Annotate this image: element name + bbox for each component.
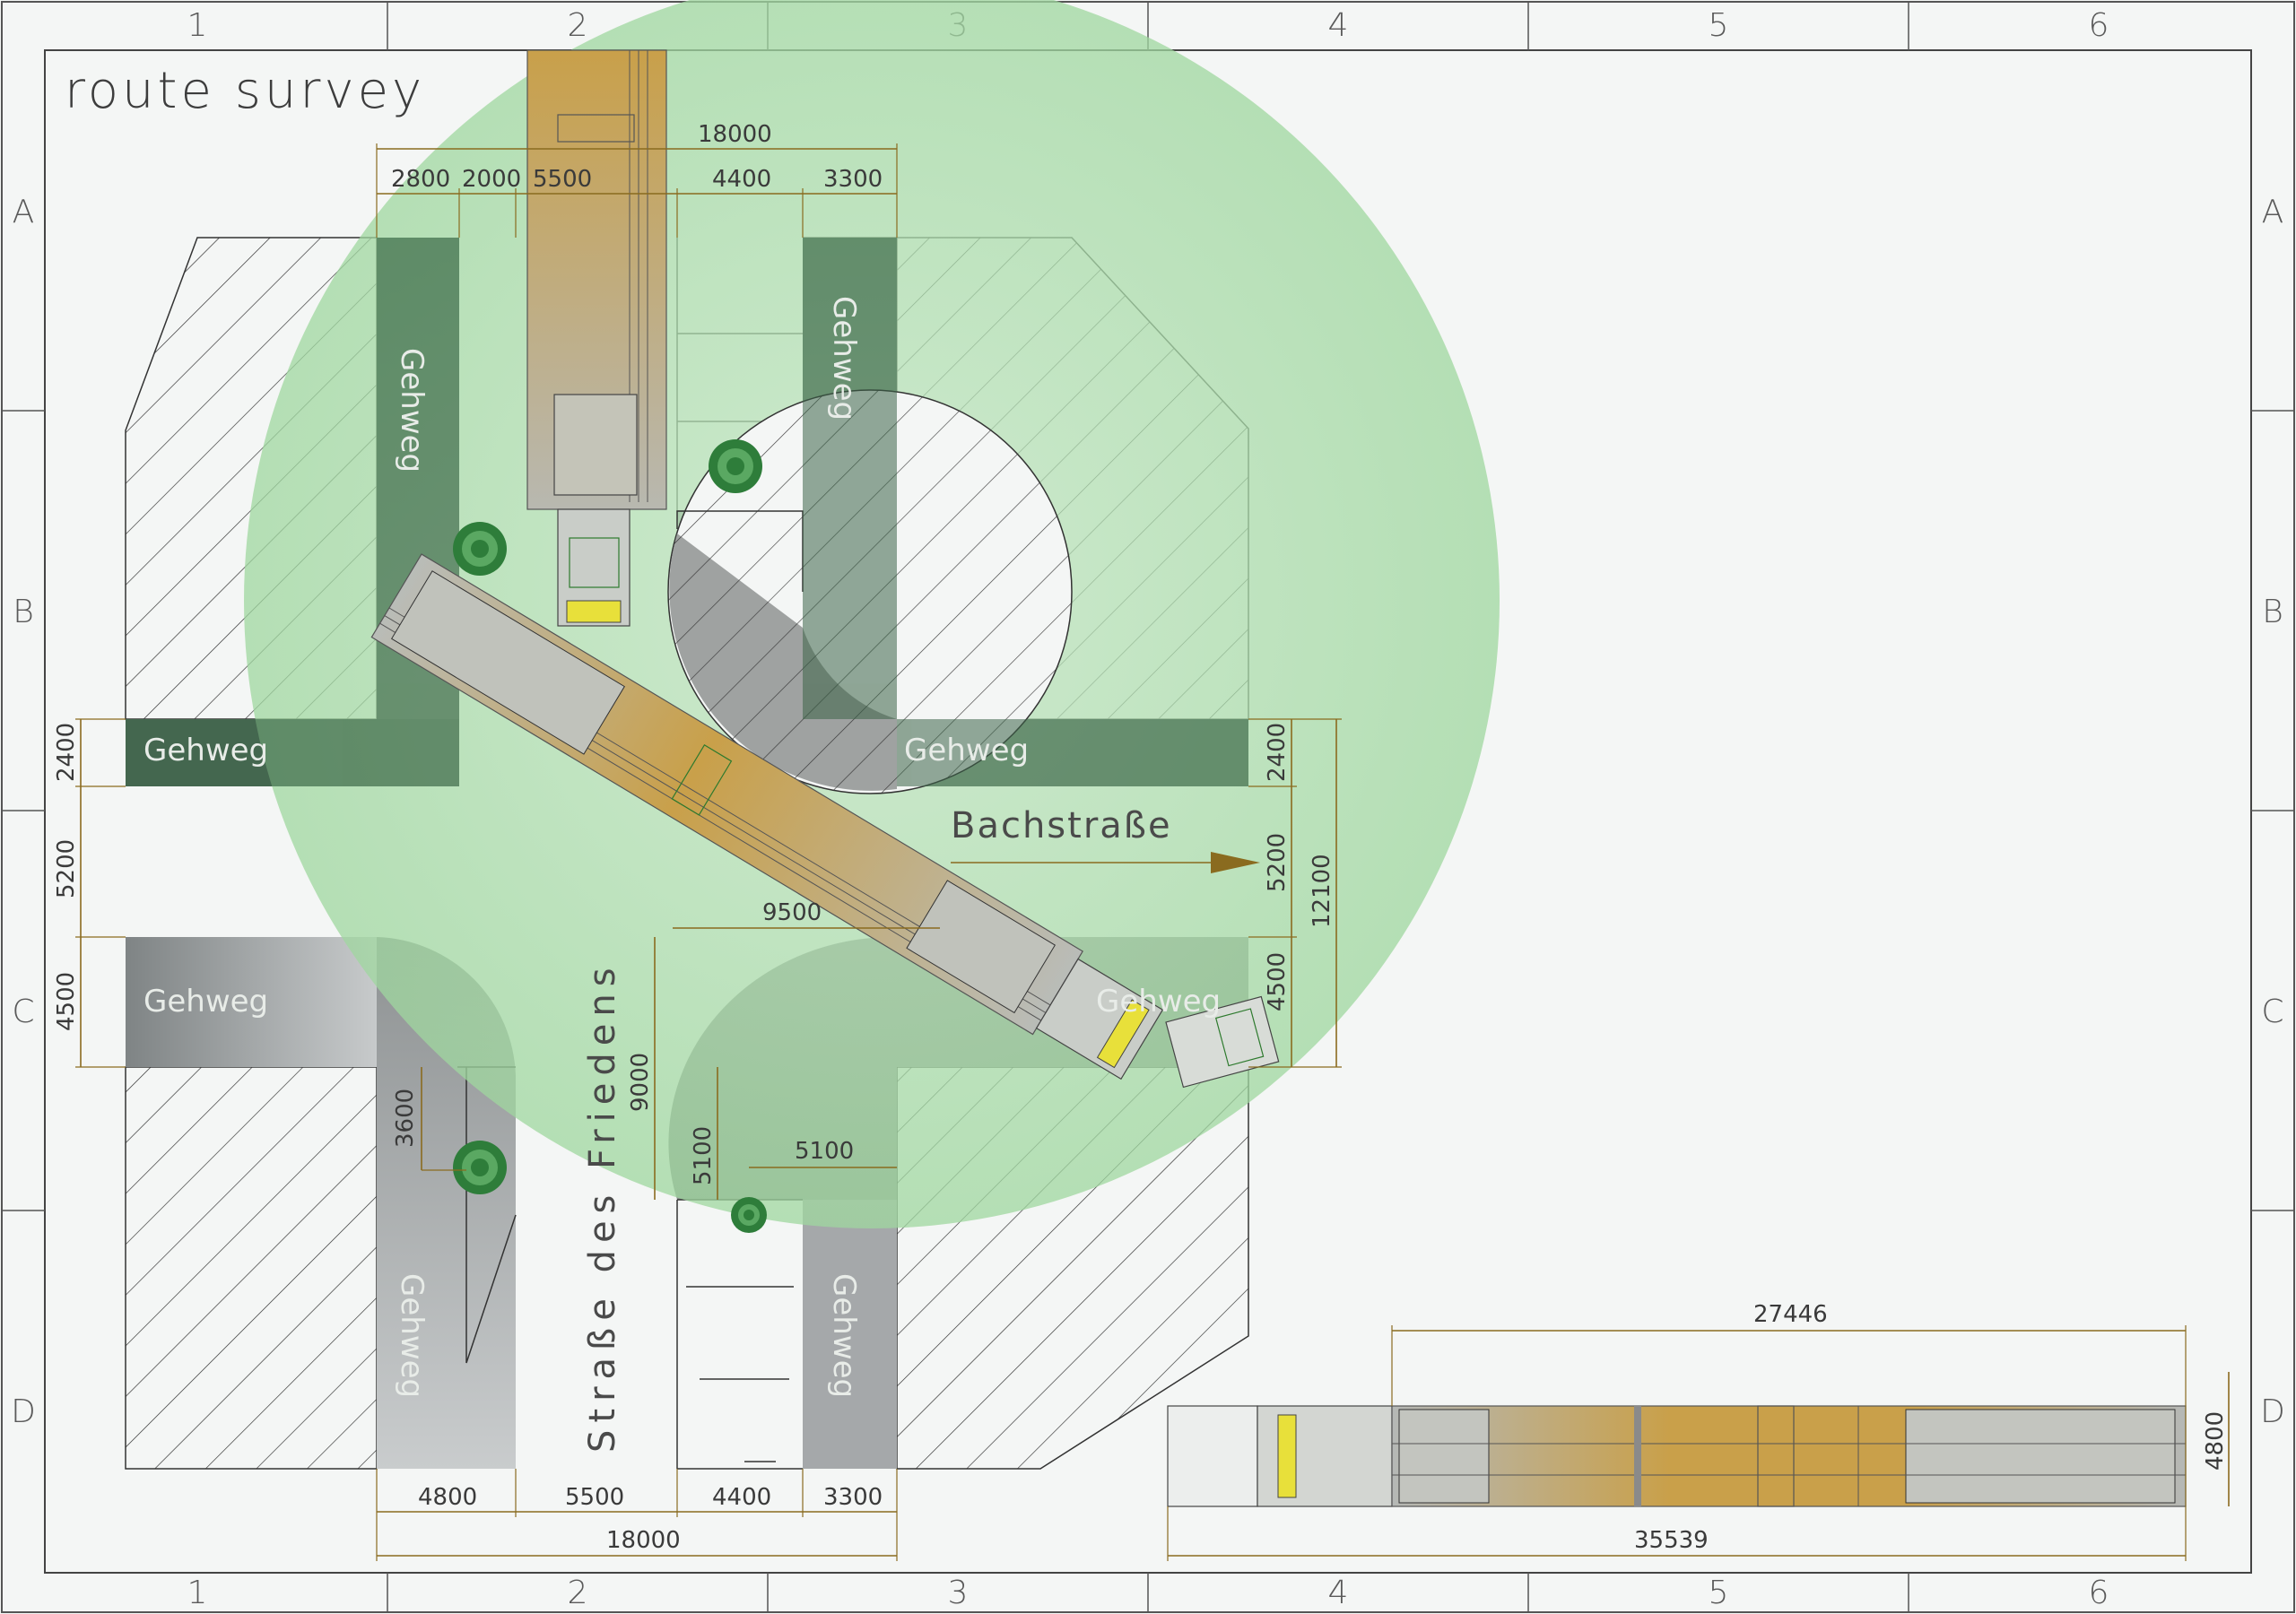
grid-column-label: 5 (1709, 7, 1729, 44)
walkway-label: Gehweg (394, 1273, 430, 1398)
dim-top-1: 2800 (391, 166, 450, 193)
walkway-label: Gehweg (904, 733, 1029, 768)
page-title: route survey (65, 62, 425, 120)
dim-tree-offset-v2: 5100 (690, 1126, 717, 1185)
grid-column-label: 3 (948, 1575, 969, 1611)
grid-column-label: 1 (187, 7, 208, 44)
route-survey-drawing: 112233445566AABBCCDD route survey (1, 0, 2295, 1613)
dim-bottom-4: 3300 (823, 1484, 883, 1511)
dim-bottom-1: 4800 (418, 1484, 477, 1511)
walkway-label: Gehweg (144, 984, 268, 1020)
dim-left-1: 2400 (53, 723, 80, 782)
grid-row-label: A (13, 194, 35, 230)
dim-tree-offset-h: 5100 (795, 1138, 854, 1165)
grid-row-label: D (11, 1393, 36, 1430)
dim-left-3: 4500 (53, 972, 80, 1031)
grid-row-label: C (12, 994, 34, 1030)
dim-right-total: 12100 (1309, 854, 1335, 928)
grid-column-label: 6 (2089, 7, 2109, 44)
grid-row-label: B (13, 594, 34, 630)
grid-column-label: 6 (2089, 1575, 2109, 1611)
dim-right-2: 5200 (1264, 833, 1291, 892)
tree-icon (731, 1197, 767, 1233)
grid-column-label: 2 (568, 1575, 588, 1611)
street-label-bachstrasse: Bachstraße (951, 805, 1172, 846)
walkway-label: Gehweg (1096, 984, 1221, 1020)
street-label-strasse-des-friedens: Straße des Friedens (582, 960, 623, 1453)
dim-vehicle-width: 4800 (2202, 1411, 2229, 1471)
tree-icon (453, 522, 507, 576)
building-sw (125, 1066, 378, 1470)
dim-vehicle-total-length: 35539 (1634, 1527, 1709, 1554)
dim-bottom-3: 4400 (712, 1484, 771, 1511)
grid-row-label: C (2261, 994, 2283, 1030)
dim-inner-height: 9000 (627, 1053, 654, 1112)
grid-column-label: 4 (1328, 7, 1349, 44)
walkway-label: Gehweg (826, 296, 862, 421)
dim-right-1: 2400 (1264, 723, 1291, 782)
dim-bottom-2: 5500 (565, 1484, 624, 1511)
dim-top-total: 18000 (698, 121, 772, 148)
grid-row-label: B (2262, 594, 2283, 630)
dim-bottom-total: 18000 (606, 1527, 681, 1554)
dim-vehicle-trailer-length: 27446 (1753, 1301, 1828, 1328)
walkway-label: Gehweg (144, 733, 268, 768)
dim-top-5: 3300 (823, 166, 883, 193)
dim-tree-offset-v: 3600 (392, 1089, 419, 1148)
grid-column-label: 4 (1328, 1575, 1349, 1611)
tree-icon (709, 439, 762, 493)
dim-inner-width: 9500 (762, 899, 822, 926)
dim-top-4: 4400 (712, 166, 771, 193)
grid-column-label: 5 (1709, 1575, 1729, 1611)
tree-icon (453, 1141, 507, 1194)
walkway-label: Gehweg (394, 348, 430, 473)
walkway-label: Gehweg (826, 1273, 862, 1398)
reference-vehicle (1167, 1405, 2187, 1507)
grid-row-label: A (2262, 194, 2284, 230)
dim-top-2: 2000 (462, 166, 521, 193)
dim-right-3: 4500 (1264, 952, 1291, 1011)
dim-top-3: 5500 (533, 166, 592, 193)
grid-row-label: D (2260, 1393, 2285, 1430)
dim-left-2: 5200 (53, 839, 80, 898)
grid-column-label: 1 (187, 1575, 208, 1611)
grid-column-label: 2 (568, 7, 588, 44)
